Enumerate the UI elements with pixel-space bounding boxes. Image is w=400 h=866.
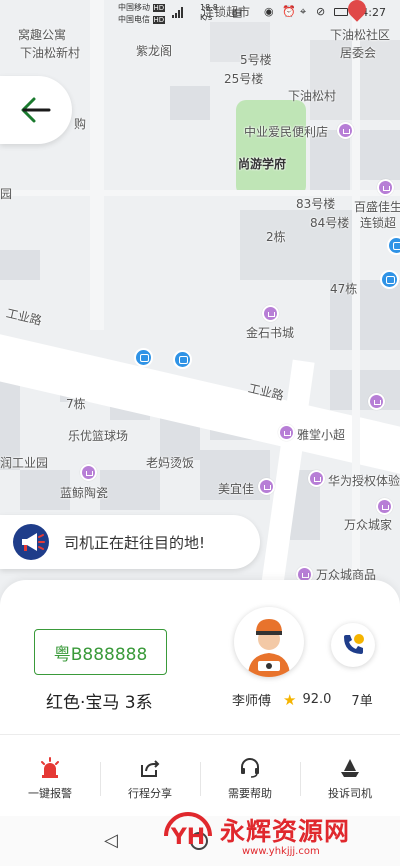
app-root: 窝趣公寓 下油松新村 连锁超市 紫龙阁 下油松社区 居委会 5号楼 25号楼 下… — [0, 0, 400, 866]
svg-text:YH: YH — [170, 825, 205, 850]
map-label: 美宜佳 — [218, 482, 255, 496]
bus-stop-icon[interactable] — [380, 270, 399, 289]
call-driver-button[interactable] — [331, 623, 375, 667]
bus-stop-icon[interactable] — [387, 236, 400, 255]
divider — [0, 734, 400, 735]
bus-stop-icon[interactable] — [134, 348, 153, 367]
share-icon — [141, 760, 160, 777]
shop-poi-icon[interactable] — [337, 122, 354, 139]
shop-poi-icon[interactable] — [258, 478, 275, 495]
signal-icon — [172, 6, 183, 18]
driver-info: 李师傅 ★ 92.0 7单 — [232, 690, 373, 710]
shop-poi-icon[interactable] — [377, 179, 394, 196]
hd-badge: HD — [152, 16, 166, 24]
map-label: 购 — [74, 117, 87, 131]
map-label: 蓝鲸陶瓷 — [60, 486, 109, 500]
map-label: 尚游学府 — [238, 157, 287, 171]
watermark: YH 永辉资源网 www.yhkjjj.com — [158, 808, 400, 866]
share-label: 行程分享 — [128, 787, 172, 800]
speed-value: 18.8 — [200, 3, 218, 12]
map-label: 7栋 — [66, 397, 86, 411]
nav-back-icon[interactable]: ◁ — [104, 830, 118, 851]
help-label: 需要帮助 — [228, 787, 272, 800]
shop-poi-icon[interactable] — [80, 464, 97, 481]
map-label: 华为授权体验 — [328, 474, 400, 488]
complaint-icon — [341, 759, 359, 777]
map-label: 园 — [0, 187, 13, 201]
map-label: 万众城家 — [344, 518, 393, 532]
watermark-url: www.yhkjjj.com — [242, 846, 320, 857]
status-bar: 中国移动 HD 中国电信 HD 18.8 K/s ▤ ◉ ⏰ ⌖ ⊘ 14:27 — [0, 0, 400, 26]
map-label: 连锁超 — [360, 216, 397, 230]
map-label: 百盛佳生 — [354, 200, 400, 214]
phone-icon — [344, 634, 364, 654]
speed-unit: K/s — [200, 13, 213, 22]
shop-poi-icon[interactable] — [376, 498, 393, 515]
map-label: 下油松新村 — [20, 46, 81, 60]
carrier-1: 中国移动 — [118, 3, 150, 12]
map-label: 雅堂小超 — [297, 428, 346, 442]
help-button[interactable]: 需要帮助 — [200, 750, 300, 808]
map-label: 润工业园 — [0, 456, 49, 470]
driver-avatar[interactable] — [234, 607, 304, 677]
action-bar: 一键报警 行程分享 需要帮助 投诉司机 — [0, 750, 400, 808]
megaphone-icon — [13, 524, 49, 560]
map-label: 窝趣公寓 — [18, 28, 67, 42]
map-label: 2栋 — [266, 230, 286, 244]
car-info: 红色·宝马 3系 — [46, 693, 153, 713]
complaint-label: 投诉司机 — [328, 787, 372, 800]
map-label: 25号楼 — [224, 72, 264, 86]
eye-icon: ◉ — [264, 5, 274, 18]
watermark-text: 永辉资源网 — [220, 817, 351, 846]
shop-poi-icon[interactable] — [278, 424, 295, 441]
star-icon: ★ — [283, 690, 297, 709]
alarm-label: 一键报警 — [28, 787, 72, 800]
battery-icon — [334, 8, 348, 16]
park-area — [236, 100, 306, 196]
mute-icon: ⊘ — [316, 5, 326, 18]
carrier-info: 中国移动 HD 中国电信 HD — [118, 2, 166, 26]
driver-avatar-icon — [248, 619, 290, 677]
shop-poi-icon[interactable] — [368, 393, 385, 410]
map-label: 工业路 — [4, 306, 44, 328]
hd-badge: HD — [152, 4, 166, 12]
map-label: 居委会 — [340, 46, 377, 60]
status-toast: 司机正在赶往目的地! — [0, 515, 260, 569]
toast-text: 司机正在赶往目的地! — [64, 533, 206, 552]
carrier-2: 中国电信 — [118, 15, 150, 24]
license-plate: 粤B888888 — [34, 629, 167, 675]
yh-logo-icon: YH — [164, 812, 212, 850]
driver-name: 李师傅 — [232, 694, 272, 709]
map-label: 83号楼 — [296, 197, 336, 211]
shop-poi-icon[interactable] — [262, 305, 279, 322]
wifi-icon: ▤ — [232, 6, 243, 19]
map-label: 84号楼 — [310, 216, 350, 230]
complaint-button[interactable]: 投诉司机 — [300, 750, 400, 808]
net-speed: 18.8 K/s — [200, 3, 218, 23]
share-trip-button[interactable]: 行程分享 — [100, 750, 200, 808]
alarm-icon — [41, 757, 59, 778]
map-label: 乐优篮球场 — [68, 429, 129, 443]
map-label: 下油松社区 — [330, 28, 391, 42]
alarm-clock-icon: ⏰ — [282, 5, 296, 18]
headset-icon — [241, 758, 259, 778]
map-label: 金石书城 — [246, 326, 295, 340]
map-label: 47栋 — [330, 282, 358, 296]
map-label: 下油松村 — [288, 89, 337, 103]
bus-stop-icon[interactable] — [173, 350, 192, 369]
driver-rating: 92.0 — [302, 692, 332, 707]
map-label: 紫龙阁 — [136, 44, 173, 58]
arrow-left-icon — [21, 97, 51, 123]
driver-orders: 7单 — [351, 694, 373, 709]
map-label: 中业爱民便利店 — [244, 125, 329, 139]
map-label: 老妈烫饭 — [146, 456, 195, 470]
alarm-button[interactable]: 一键报警 — [0, 750, 100, 808]
back-button[interactable] — [0, 76, 72, 144]
map-label: 5号楼 — [240, 53, 272, 67]
location-icon: ⌖ — [300, 5, 307, 18]
shop-poi-icon[interactable] — [308, 470, 325, 487]
